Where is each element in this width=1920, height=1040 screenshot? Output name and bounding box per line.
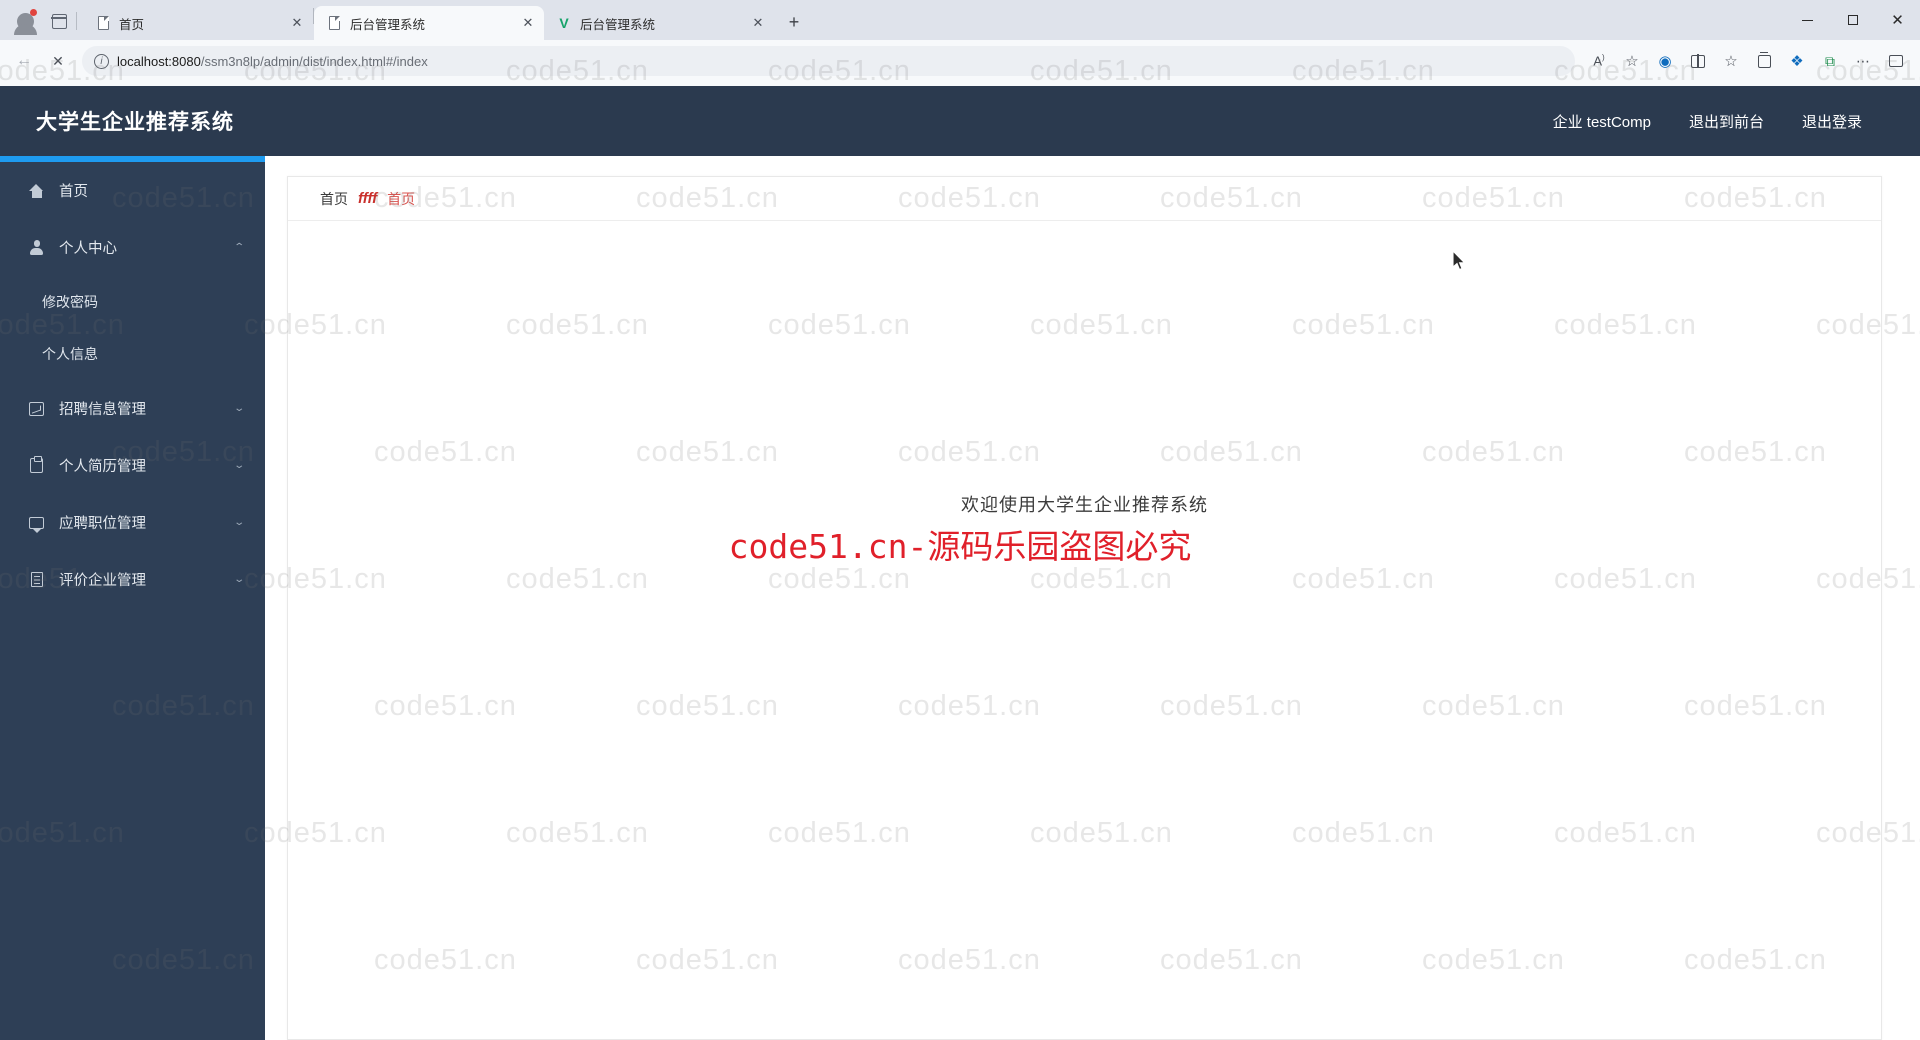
notification-dot-icon bbox=[30, 9, 37, 16]
address-bar[interactable]: i localhost:8080/ssm3n8lp/admin/dist/ind… bbox=[82, 46, 1575, 76]
read-aloud-button[interactable]: A) bbox=[1583, 45, 1615, 77]
logout-link[interactable]: 退出登录 bbox=[1802, 111, 1862, 132]
tab-title: 后台管理系统 bbox=[350, 17, 426, 32]
sidebar-item-label: 首页 bbox=[59, 184, 88, 200]
sidebar-subitem-label: 个人信息 bbox=[42, 346, 98, 362]
browser-tab-0[interactable]: 首页 ✕ bbox=[83, 6, 313, 40]
browser-tab-2[interactable]: V 后台管理系统 ✕ bbox=[544, 6, 774, 40]
settings-more-button[interactable]: ⋯ bbox=[1847, 45, 1879, 77]
extensions-icon[interactable]: ⧉ bbox=[1814, 45, 1846, 77]
breadcrumb: 首页 ffff 首页 bbox=[288, 177, 1881, 221]
sidebar-item-label: 个人简历管理 bbox=[59, 459, 146, 475]
browser-window: 首页 ✕ 后台管理系统 ✕ V 后台管理系统 ✕ + ✕ ← ✕ i local… bbox=[0, 0, 1920, 1040]
welcome-area: 欢迎使用大学生企业推荐系统 bbox=[288, 221, 1881, 517]
sidebar-item-label: 招聘信息管理 bbox=[59, 402, 146, 418]
document-icon bbox=[326, 15, 342, 31]
sidebar-item-resume-management[interactable]: 个人简历管理 ⌄ bbox=[0, 437, 265, 494]
close-icon[interactable]: ✕ bbox=[748, 13, 768, 33]
sidebar-item-home[interactable]: 首页 bbox=[0, 162, 265, 219]
sidebar-item-label: 应聘职位管理 bbox=[59, 516, 146, 532]
chevron-down-icon: ⌄ bbox=[232, 403, 245, 414]
content-panel: 首页 ffff 首页 欢迎使用大学生企业推荐系统 bbox=[287, 176, 1882, 1040]
breadcrumb-home[interactable]: 首页 bbox=[320, 189, 348, 209]
current-user-label: 企业 testComp bbox=[1552, 113, 1651, 131]
watermark-red-text: code51.cn-源码乐园盗图必究 bbox=[728, 527, 1192, 566]
header-actions: 企业 testComp 退出到前台 退出登录 bbox=[1553, 111, 1862, 132]
breadcrumb-current: 首页 bbox=[387, 190, 416, 207]
maximize-button[interactable] bbox=[1830, 0, 1875, 40]
stop-button[interactable]: ✕ bbox=[42, 45, 74, 77]
mouse-cursor-icon bbox=[1452, 250, 1467, 271]
favorites-button[interactable]: ☆ bbox=[1715, 45, 1747, 77]
sidebar: 首页 个人中心 ⌃ 修改密码 个人信息 招聘信息管理 ⌄ 个人简历管理 ⌄ 应聘… bbox=[0, 156, 265, 1040]
site-info-icon[interactable]: i bbox=[94, 53, 109, 69]
tab-title: 首页 bbox=[119, 17, 145, 32]
sidebar-item-application-management[interactable]: 应聘职位管理 ⌄ bbox=[0, 494, 265, 551]
home-icon bbox=[28, 182, 45, 199]
chat-icon bbox=[28, 514, 45, 533]
chart-box-icon bbox=[28, 400, 45, 417]
breadcrumb-separator-icon: ffff bbox=[358, 190, 378, 207]
vue-icon: V bbox=[559, 15, 569, 31]
sidebar-item-change-password[interactable]: 修改密码 bbox=[0, 276, 265, 328]
chevron-down-icon: ⌄ bbox=[232, 460, 245, 471]
sidebar-subitem-label: 修改密码 bbox=[42, 294, 98, 310]
browser-toolbar: ← ✕ i localhost:8080/ssm3n8lp/admin/dist… bbox=[0, 40, 1920, 82]
copilot-icon[interactable]: ◉ bbox=[1649, 45, 1681, 77]
main-content: 首页 ffff 首页 欢迎使用大学生企业推荐系统 bbox=[265, 156, 1920, 1040]
close-window-button[interactable]: ✕ bbox=[1875, 0, 1920, 40]
welcome-message: 欢迎使用大学生企业推荐系统 bbox=[961, 495, 1208, 515]
new-tab-button[interactable]: + bbox=[780, 8, 808, 36]
toolbar-actions: A) ☆ ◉ ☆ ❖ ⧉ ⋯ bbox=[1583, 45, 1912, 77]
profile-button[interactable] bbox=[6, 6, 44, 36]
close-icon[interactable]: ✕ bbox=[518, 13, 538, 33]
chevron-down-icon: ⌄ bbox=[232, 574, 245, 585]
app-header: 大学生企业推荐系统 企业 testComp 退出到前台 退出登录 bbox=[0, 86, 1920, 156]
tabstrip-divider bbox=[76, 12, 77, 30]
chevron-down-icon: ⌄ bbox=[232, 517, 245, 528]
tab-search-button[interactable] bbox=[44, 6, 74, 36]
add-favorite-button[interactable]: ☆ bbox=[1616, 45, 1648, 77]
close-icon[interactable]: ✕ bbox=[287, 13, 307, 33]
chevron-up-icon: ⌃ bbox=[232, 242, 245, 253]
sidebar-item-profile-center[interactable]: 个人中心 ⌃ bbox=[0, 219, 265, 276]
document-icon bbox=[95, 15, 111, 31]
tab-title: 后台管理系统 bbox=[580, 17, 656, 32]
clipboard-icon bbox=[28, 455, 45, 474]
sidebar-item-label: 个人中心 bbox=[59, 241, 117, 257]
app-body: 首页 个人中心 ⌃ 修改密码 个人信息 招聘信息管理 ⌄ 个人简历管理 ⌄ 应聘… bbox=[0, 156, 1920, 1040]
window-controls: ✕ bbox=[1785, 0, 1920, 40]
goto-frontend-link[interactable]: 退出到前台 bbox=[1689, 111, 1764, 132]
sidebar-item-personal-info[interactable]: 个人信息 bbox=[0, 328, 265, 380]
split-screen-button[interactable] bbox=[1682, 45, 1714, 77]
back-button[interactable]: ← bbox=[8, 45, 40, 77]
url-host: localhost:8080 bbox=[117, 53, 201, 69]
page-title: 大学生企业推荐系统 bbox=[36, 111, 234, 134]
url-path: /ssm3n8lp/admin/dist/index.html#/index bbox=[200, 53, 428, 69]
minimize-button[interactable] bbox=[1785, 0, 1830, 40]
browser-essentials-icon[interactable]: ❖ bbox=[1781, 45, 1813, 77]
url-text: localhost:8080/ssm3n8lp/admin/dist/index… bbox=[117, 54, 428, 69]
sidebar-item-company-review-management[interactable]: 评价企业管理 ⌄ bbox=[0, 551, 265, 608]
user-icon bbox=[28, 239, 45, 256]
sidebar-item-recruitment-management[interactable]: 招聘信息管理 ⌄ bbox=[0, 380, 265, 437]
collections-button[interactable] bbox=[1748, 45, 1780, 77]
tab-search-icon bbox=[50, 13, 67, 29]
browser-tab-1[interactable]: 后台管理系统 ✕ bbox=[314, 6, 544, 40]
document-icon bbox=[28, 571, 45, 588]
tab-strip: 首页 ✕ 后台管理系统 ✕ V 后台管理系统 ✕ + ✕ bbox=[0, 0, 1920, 40]
sidebar-item-label: 评价企业管理 bbox=[59, 573, 146, 589]
sidebar-toggle-button[interactable] bbox=[1880, 45, 1912, 77]
